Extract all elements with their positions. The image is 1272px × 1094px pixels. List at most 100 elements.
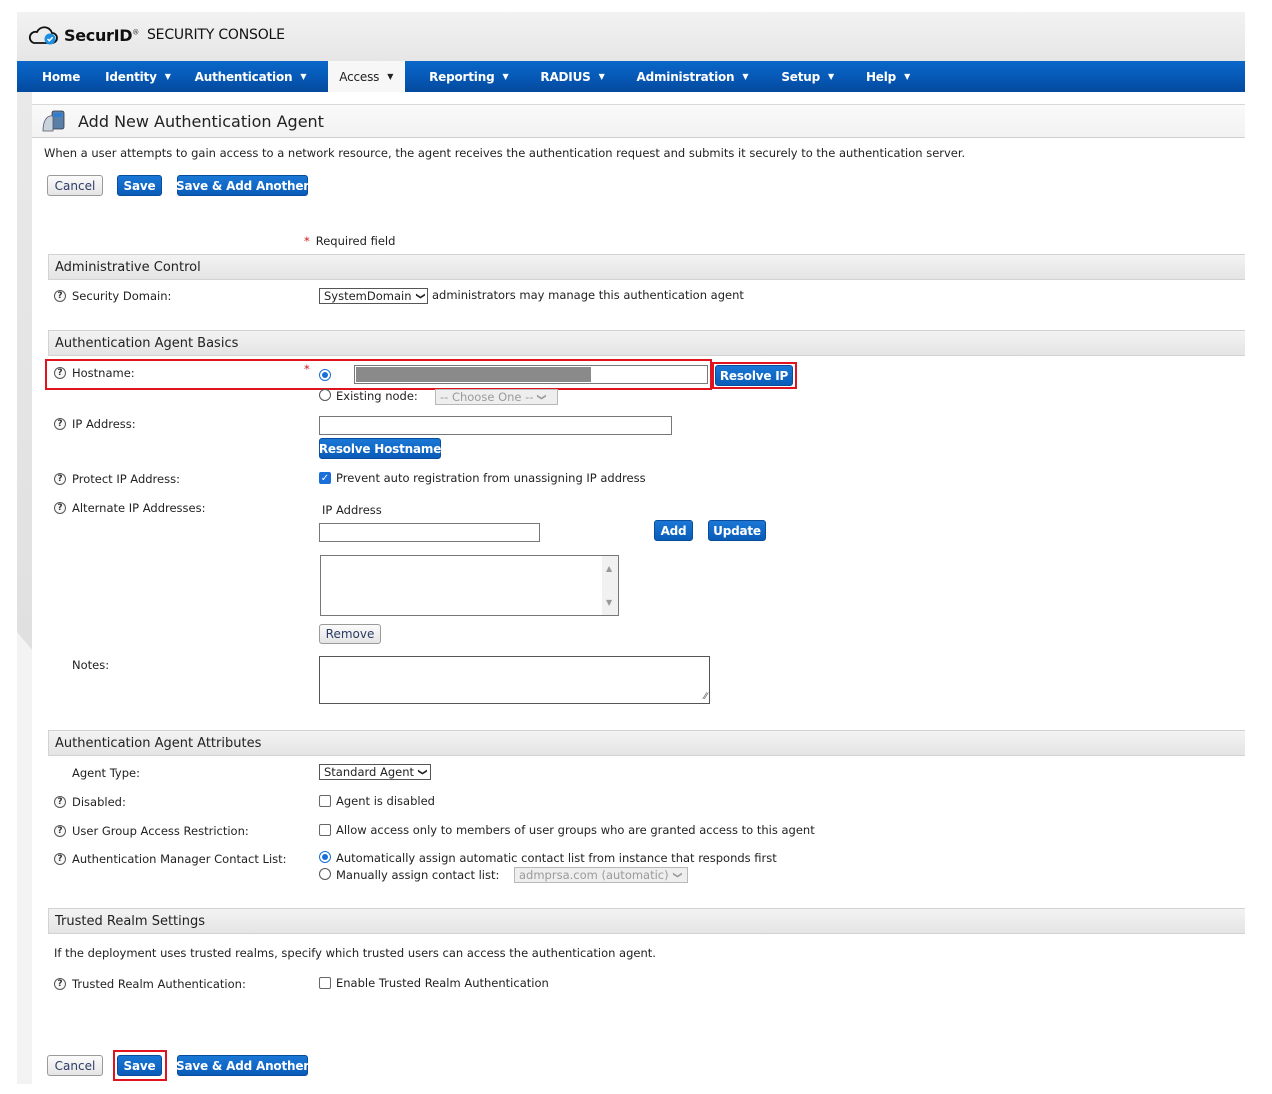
select-value: SystemDomain bbox=[324, 289, 412, 303]
cancel-button-bottom[interactable]: Cancel bbox=[47, 1055, 103, 1076]
manual-contact-list-label: Manually assign contact list: bbox=[336, 868, 500, 882]
redacted-hostname bbox=[356, 367, 591, 382]
nav-label: Setup bbox=[781, 69, 821, 84]
hostname-label: ? Hostname: bbox=[54, 366, 135, 380]
main-nav: Home Identity ▼ Authentication ▼ Access ▼ R… bbox=[17, 61, 1245, 92]
select-value: -- Choose One -- bbox=[440, 390, 534, 404]
help-icon[interactable]: ? bbox=[54, 796, 66, 808]
hostname-input[interactable] bbox=[354, 365, 708, 384]
alternate-ips-label: ? Alternate IP Addresses: bbox=[54, 501, 205, 515]
resolve-hostname-button[interactable]: Resolve Hostname bbox=[319, 438, 441, 459]
save-add-another-button-top[interactable]: Save & Add Another bbox=[176, 175, 309, 196]
nav-administration[interactable]: Administration ▼ bbox=[625, 61, 769, 92]
chevron-down-icon: ❯ bbox=[414, 292, 425, 300]
alternate-ip-input[interactable] bbox=[319, 523, 540, 542]
existing-node-radio[interactable] bbox=[319, 389, 331, 401]
user-group-restriction-label: ? User Group Access Restriction: bbox=[54, 824, 249, 838]
remove-alternate-ip-button[interactable]: Remove bbox=[319, 624, 381, 644]
agent-type-label: Agent Type: bbox=[72, 766, 140, 780]
list-scrollbar[interactable]: ▲ ▼ bbox=[602, 556, 618, 615]
auto-contact-list-radio[interactable] bbox=[319, 851, 331, 863]
select-value: admprsa.com (automatic) bbox=[519, 868, 669, 882]
nav-label: Identity bbox=[105, 69, 157, 84]
notes-label: Notes: bbox=[72, 658, 110, 672]
help-icon[interactable]: ? bbox=[54, 367, 66, 379]
nav-identity[interactable]: Identity ▼ bbox=[97, 61, 187, 92]
trusted-realm-auth-checkbox-label: Enable Trusted Realm Authentication bbox=[336, 976, 549, 990]
securid-logo: SecurID® SECURITY CONSOLE bbox=[28, 24, 285, 46]
resize-grip-icon[interactable]: ⁄⁄ bbox=[704, 692, 707, 702]
trusted-realm-auth-checkbox[interactable] bbox=[319, 977, 331, 989]
agent-disabled-checkbox[interactable] bbox=[319, 795, 331, 807]
nav-radius[interactable]: RADIUS ▼ bbox=[528, 61, 624, 92]
caret-down-icon: ▼ bbox=[828, 72, 834, 81]
nav-home[interactable]: Home bbox=[17, 61, 97, 92]
manual-contact-list-radio[interactable] bbox=[319, 868, 331, 880]
ip-address-input[interactable] bbox=[319, 416, 672, 435]
required-field-note: * Required field bbox=[304, 234, 395, 248]
page-header: Add New Authentication Agent bbox=[32, 104, 1245, 138]
existing-node-select[interactable]: -- Choose One -- ❯ bbox=[435, 389, 558, 405]
page-description: When a user attempts to gain access to a… bbox=[44, 146, 966, 160]
save-button-top[interactable]: Save bbox=[117, 175, 162, 196]
user-group-restriction-checkbox[interactable] bbox=[319, 824, 331, 836]
alternate-ip-list[interactable]: ▲ ▼ bbox=[320, 555, 619, 616]
product-name: SECURITY CONSOLE bbox=[146, 27, 285, 43]
caret-down-icon: ▼ bbox=[387, 72, 394, 81]
scroll-up-icon[interactable]: ▲ bbox=[606, 564, 612, 573]
help-icon[interactable]: ? bbox=[54, 290, 66, 302]
nav-authentication[interactable]: Authentication ▼ bbox=[187, 61, 329, 92]
content-panel: Add New Authentication Agent When a user… bbox=[32, 92, 1245, 1084]
ip-address-label: ? IP Address: bbox=[54, 417, 136, 431]
trademark: ® bbox=[132, 28, 139, 37]
nav-label: Access bbox=[339, 69, 380, 84]
security-domain-label: ? Security Domain: bbox=[54, 289, 171, 303]
help-icon[interactable]: ? bbox=[54, 502, 66, 514]
manual-contact-list-select[interactable]: admprsa.com (automatic) ❯ bbox=[514, 867, 688, 883]
section-administrative-control: Administrative Control bbox=[48, 254, 1245, 280]
nav-help[interactable]: Help ▼ bbox=[854, 61, 923, 92]
sidebar-strip bbox=[17, 92, 32, 1084]
label-text: Trusted Realm Authentication: bbox=[72, 977, 246, 991]
help-icon[interactable]: ? bbox=[54, 473, 66, 485]
nav-reporting[interactable]: Reporting ▼ bbox=[405, 61, 528, 92]
nav-label: RADIUS bbox=[540, 69, 591, 84]
help-icon[interactable]: ? bbox=[54, 418, 66, 430]
brand-name-text: SecurID bbox=[64, 25, 133, 45]
agent-disabled-checkbox-label: Agent is disabled bbox=[336, 794, 435, 808]
trusted-realm-auth-label: ? Trusted Realm Authentication: bbox=[54, 977, 246, 991]
cancel-button-top[interactable]: Cancel bbox=[47, 175, 103, 196]
help-icon[interactable]: ? bbox=[54, 978, 66, 990]
notes-textarea[interactable]: ⁄⁄ bbox=[319, 656, 710, 704]
section-agent-attributes: Authentication Agent Attributes bbox=[48, 730, 1245, 756]
trusted-realm-description: If the deployment uses trusted realms, s… bbox=[54, 946, 656, 960]
caret-down-icon: ▼ bbox=[904, 72, 911, 81]
nav-access[interactable]: Access ▼ bbox=[328, 61, 406, 92]
nav-label: Authentication bbox=[194, 69, 293, 84]
select-value: Standard Agent bbox=[324, 765, 415, 779]
required-star: * bbox=[304, 362, 310, 376]
nav-label: Home bbox=[42, 69, 81, 84]
save-add-another-button-bottom[interactable]: Save & Add Another bbox=[176, 1055, 309, 1076]
nav-label: Reporting bbox=[429, 69, 495, 84]
help-icon[interactable]: ? bbox=[54, 825, 66, 837]
label-text: Protect IP Address: bbox=[72, 472, 180, 486]
scroll-down-icon[interactable]: ▼ bbox=[606, 598, 612, 607]
update-alternate-ip-button[interactable]: Update bbox=[708, 520, 766, 541]
hostname-radio[interactable] bbox=[319, 369, 331, 381]
resolve-ip-button[interactable]: Resolve IP bbox=[715, 365, 793, 386]
auto-contact-list-label: Automatically assign automatic contact l… bbox=[336, 851, 777, 865]
nav-setup[interactable]: Setup ▼ bbox=[768, 61, 854, 92]
save-button-bottom[interactable]: Save bbox=[117, 1055, 162, 1076]
protect-ip-label: ? Protect IP Address: bbox=[54, 472, 180, 486]
add-alternate-ip-button[interactable]: Add bbox=[654, 520, 693, 541]
security-domain-select[interactable]: SystemDomain ❯ bbox=[319, 288, 429, 304]
caret-down-icon: ▼ bbox=[164, 72, 171, 81]
help-icon[interactable]: ? bbox=[54, 853, 66, 865]
label-text: Authentication Manager Contact List: bbox=[72, 852, 287, 866]
protect-ip-checkbox[interactable]: ✓ bbox=[319, 472, 331, 484]
agent-type-select[interactable]: Standard Agent ❯ bbox=[319, 764, 431, 780]
section-agent-basics: Authentication Agent Basics bbox=[48, 330, 1245, 356]
page-title: Add New Authentication Agent bbox=[78, 111, 324, 131]
caret-down-icon: ▼ bbox=[598, 72, 605, 81]
